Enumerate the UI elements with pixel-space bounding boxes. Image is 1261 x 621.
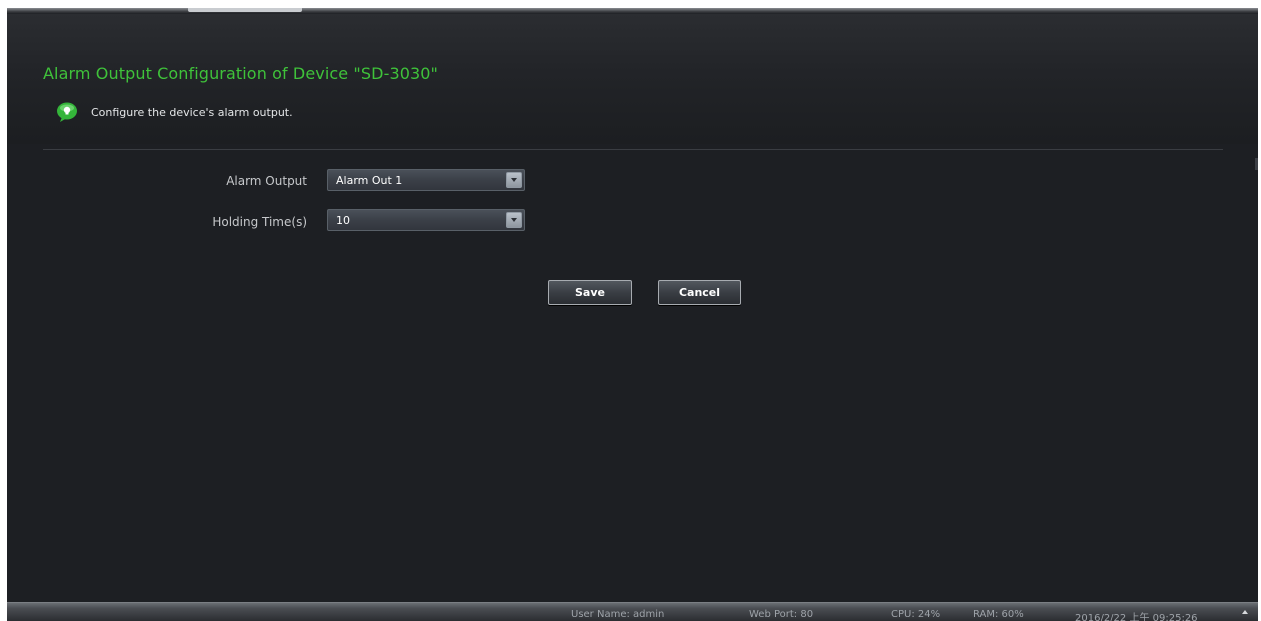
page-description: Configure the device's alarm output. [91, 106, 293, 119]
dropdown-arrow-icon[interactable] [506, 172, 522, 188]
cancel-button[interactable]: Cancel [658, 280, 741, 305]
application-window: Alarm Output Configuration of Device "SD… [7, 8, 1258, 621]
status-web-port: Web Port: 80 [749, 609, 814, 620]
lightbulb-icon [57, 102, 77, 122]
holding-time-label: Holding Time(s) [212, 215, 307, 229]
holding-time-value: 10 [336, 214, 350, 227]
status-ram: RAM: 60% [973, 609, 1024, 620]
alarm-output-value: Alarm Out 1 [336, 174, 403, 187]
save-button[interactable]: Save [548, 280, 632, 305]
status-datetime: 2016/2/22 上午 09:25:26 [1075, 613, 1198, 621]
page-title: Alarm Output Configuration of Device "SD… [43, 64, 439, 83]
panel-edge [1255, 158, 1258, 170]
dropdown-arrow-icon[interactable] [506, 212, 522, 228]
active-tab-indicator[interactable] [188, 8, 302, 12]
status-bar: User Name: admin Web Port: 80 CPU: 24% R… [7, 602, 1258, 621]
page-header: Alarm Output Configuration of Device "SD… [7, 14, 1258, 150]
alarm-output-select[interactable]: Alarm Out 1 [327, 169, 525, 191]
status-cpu: CPU: 24% [891, 609, 941, 620]
alarm-output-label: Alarm Output [226, 174, 307, 188]
holding-time-select[interactable]: 10 [327, 209, 525, 231]
header-divider [43, 149, 1223, 150]
expand-up-icon[interactable] [1242, 610, 1248, 614]
status-user: User Name: admin [571, 609, 665, 620]
